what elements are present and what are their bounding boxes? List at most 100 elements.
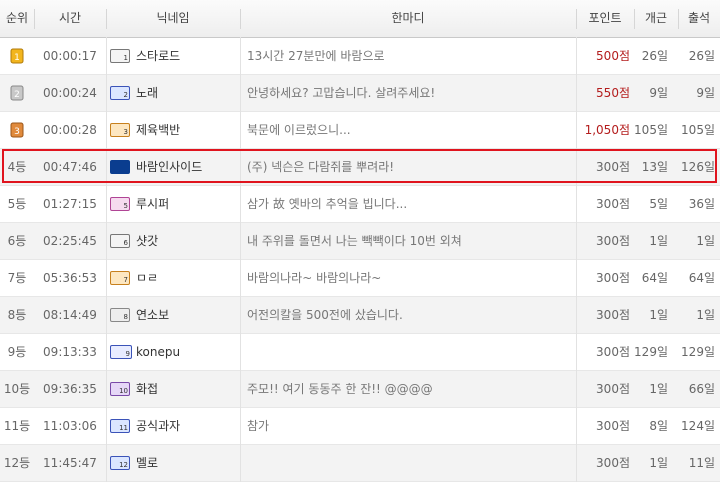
table-row: 7등 05:36:53 7 ㅁㄹ 바람의나라~ 바람의나라~ 300점 64일 64일 — [0, 260, 720, 297]
attendance-days-cell: 105일 — [681, 123, 715, 137]
time-cell: 00:00:24 — [43, 86, 97, 100]
level-badge-icon: 1 — [110, 49, 130, 63]
level-badge-icon: 6 — [110, 234, 130, 248]
attendance-days-cell: 9일 — [696, 86, 715, 100]
nickname-link[interactable]: 노래 — [136, 75, 158, 111]
column-divider — [240, 37, 241, 482]
col-rank-header: 순위 — [5, 11, 29, 25]
message-cell: 내 주위를 돌면서 나는 빽빽이다 10번 외쳐 — [247, 234, 462, 248]
nickname-link[interactable]: 루시퍼 — [136, 186, 169, 222]
nickname-cell: 바람인사이드 — [108, 149, 238, 185]
points-cell: 1,050점 — [584, 123, 630, 137]
consecutive-days-cell: 9일 — [649, 86, 668, 100]
svg-text:3: 3 — [14, 127, 20, 137]
time-cell: 00:00:28 — [43, 123, 97, 137]
time-cell: 11:03:06 — [43, 419, 97, 433]
points-cell: 300점 — [596, 345, 630, 359]
attendance-days-cell: 64일 — [688, 271, 715, 285]
rank-cell: 11등 — [3, 419, 31, 433]
points-cell: 300점 — [596, 419, 630, 433]
nickname-link[interactable]: konepu — [136, 334, 180, 370]
rank-medal-silver-icon: 2 — [0, 75, 34, 111]
points-cell: 300점 — [596, 456, 630, 470]
nickname-cell: 1 스타로드 — [108, 38, 238, 74]
attendance-days-cell: 1일 — [696, 308, 715, 322]
nickname-link[interactable]: 멜로 — [136, 445, 158, 481]
ranking-table: 순위 시간 닉네임 한마디 포인트 개근 출석 1 00:00:17 1 스타로드 13… — [0, 0, 720, 482]
level-badge-icon: 8 — [110, 308, 130, 322]
message-cell: 북문에 이르렀으니... — [247, 123, 351, 137]
attendance-days-cell: 36일 — [688, 197, 715, 211]
col-attendance-header: 출석 — [687, 11, 711, 25]
consecutive-days-cell: 26일 — [641, 49, 668, 63]
nickname-cell: 8 연소보 — [108, 297, 238, 333]
attendance-days-cell: 129일 — [681, 345, 715, 359]
table-row: 3 00:00:28 3 제육백반 북문에 이르렀으니... 1,050점 105일 105일 — [0, 112, 720, 149]
attendance-days-cell: 66일 — [688, 382, 715, 396]
column-divider — [106, 37, 107, 482]
points-cell: 300점 — [596, 271, 630, 285]
attendance-days-cell: 26일 — [688, 49, 715, 63]
table-row: 2 00:00:24 2 노래 안녕하세요? 고맙습니다. 살려주세요! 550점 9일 9일 — [0, 75, 720, 112]
consecutive-days-cell: 1일 — [649, 382, 668, 396]
rank-cell: 10등 — [3, 382, 31, 396]
table-row: 9등 09:13:33 9 konepu 300점 129일 129일 — [0, 334, 720, 371]
table-row: 5등 01:27:15 5 루시퍼 삼가 故 옛바의 추억을 빕니다... 300점 5일 3… — [0, 186, 720, 223]
consecutive-days-cell: 1일 — [649, 456, 668, 470]
nickname-cell: 7 ㅁㄹ — [108, 260, 238, 296]
rank-cell: 5등 — [7, 197, 27, 211]
table-row: 1 00:00:17 1 스타로드 13시간 27분만에 바람으로 500점 26일 26일 — [0, 38, 720, 75]
nickname-link[interactable]: 바람인사이드 — [136, 149, 202, 185]
nickname-link[interactable]: 연소보 — [136, 297, 169, 333]
table-row: 4등 00:47:46 바람인사이드 (주) 넥슨은 다람쥐를 뿌려라! 300점 13일… — [0, 149, 720, 186]
table-row: 10등 09:36:35 10 화접 주모!! 여기 동동주 한 잔!! @@@@ 300… — [0, 371, 720, 408]
nickname-cell: 3 제육백반 — [108, 112, 238, 148]
nickname-cell: 11 공식과자 — [108, 408, 238, 444]
points-cell: 300점 — [596, 234, 630, 248]
time-cell: 09:13:33 — [43, 345, 97, 359]
table-row: 8등 08:14:49 8 연소보 어전의칼을 500전에 샀습니다. 300점 1일 1일 — [0, 297, 720, 334]
col-nickname-header: 닉네임 — [156, 11, 190, 25]
nickname-link[interactable]: 샷갓 — [136, 223, 158, 259]
points-cell: 550점 — [596, 86, 630, 100]
message-cell: (주) 넥슨은 다람쥐를 뿌려라! — [247, 160, 395, 174]
nickname-link[interactable]: 스타로드 — [136, 38, 180, 74]
nickname-link[interactable]: ㅁㄹ — [136, 260, 158, 296]
col-count-header: 개근 — [644, 11, 668, 25]
time-cell: 00:47:46 — [43, 160, 97, 174]
consecutive-days-cell: 5일 — [649, 197, 668, 211]
time-cell: 11:45:47 — [43, 456, 97, 470]
nickname-cell: 2 노래 — [108, 75, 238, 111]
table-header: 순위 시간 닉네임 한마디 포인트 개근 출석 — [0, 0, 720, 38]
nickname-link[interactable]: 공식과자 — [136, 408, 180, 444]
level-badge-icon — [110, 160, 130, 174]
message-cell: 삼가 故 옛바의 추억을 빕니다... — [247, 197, 408, 211]
table-body: 1 00:00:17 1 스타로드 13시간 27분만에 바람으로 500점 26일 26일 2… — [0, 38, 720, 482]
nickname-cell: 9 konepu — [108, 334, 238, 370]
column-divider — [576, 37, 577, 482]
table-row: 6등 02:25:45 6 샷갓 내 주위를 돌면서 나는 빽빽이다 10번 외쳐 300… — [0, 223, 720, 260]
consecutive-days-cell: 129일 — [634, 345, 668, 359]
nickname-link[interactable]: 제육백반 — [136, 112, 180, 148]
col-message-header: 한마디 — [391, 11, 425, 25]
nickname-cell: 5 루시퍼 — [108, 186, 238, 222]
consecutive-days-cell: 13일 — [641, 160, 668, 174]
attendance-days-cell: 11일 — [688, 456, 715, 470]
time-cell: 08:14:49 — [43, 308, 97, 322]
level-badge-icon: 10 — [110, 382, 130, 396]
message-cell: 참가 — [247, 419, 270, 433]
message-cell: 주모!! 여기 동동주 한 잔!! @@@@ — [247, 382, 433, 396]
points-cell: 300점 — [596, 382, 630, 396]
attendance-days-cell: 126일 — [681, 160, 715, 174]
points-cell: 300점 — [596, 197, 630, 211]
rank-cell: 9등 — [7, 345, 27, 359]
time-cell: 09:36:35 — [43, 382, 97, 396]
rank-medal-gold-icon: 1 — [0, 38, 34, 74]
nickname-cell: 10 화접 — [108, 371, 238, 407]
nickname-link[interactable]: 화접 — [136, 371, 158, 407]
consecutive-days-cell: 1일 — [649, 234, 668, 248]
table-row: 12등 11:45:47 12 멜로 300점 1일 11일 — [0, 445, 720, 482]
nickname-cell: 6 샷갓 — [108, 223, 238, 259]
time-cell: 02:25:45 — [43, 234, 97, 248]
level-badge-icon: 3 — [110, 123, 130, 137]
